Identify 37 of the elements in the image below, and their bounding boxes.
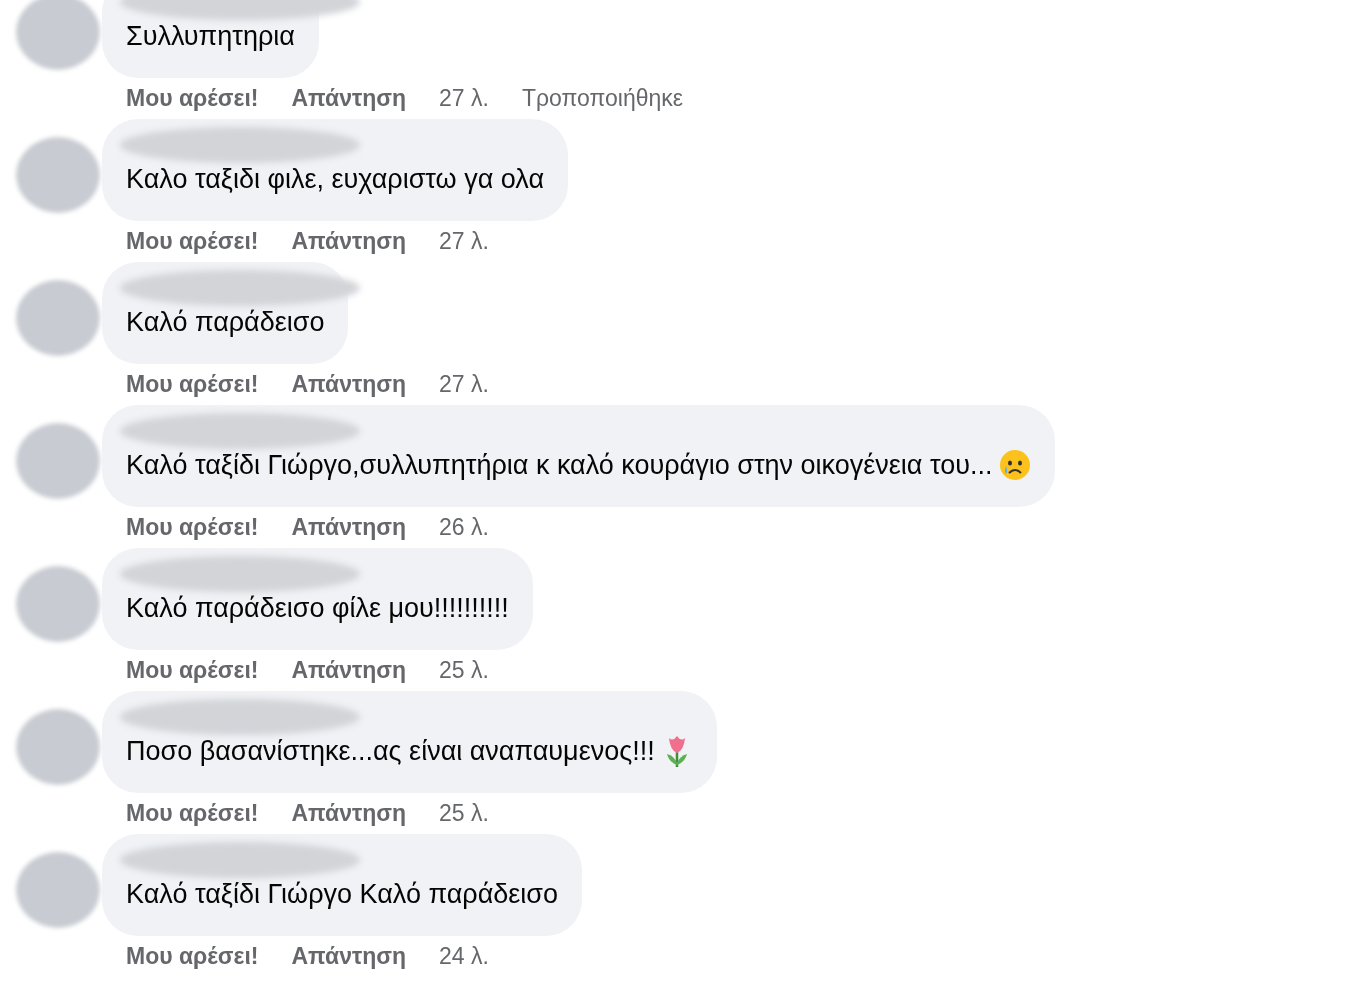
like-link[interactable]: Μου αρέσει! (126, 657, 259, 684)
comment-time[interactable]: 25 λ. (439, 800, 489, 827)
comment-time[interactable]: 27 λ. (439, 371, 489, 398)
like-link[interactable]: Μου αρέσει! (126, 943, 259, 970)
comment-text: Καλό παράδεισο φίλε μου!!!!!!!!!! (126, 592, 509, 625)
comment-text: Καλό ταξίδι Γιώργο,συλλυπητήρια κ καλό κουράγιο στην οικογένεια του... (126, 449, 993, 482)
like-link[interactable]: Μου αρέσει! (126, 800, 259, 827)
comment-time[interactable]: 25 λ. (439, 657, 489, 684)
sad-face-emoji-icon (998, 449, 1031, 481)
avatar-placeholder[interactable] (16, 423, 100, 499)
reply-link[interactable]: Απάντηση (291, 371, 407, 398)
reply-link[interactable]: Απάντηση (291, 85, 407, 112)
avatar-placeholder[interactable] (16, 280, 100, 356)
comment-text: Καλό παράδεισο (126, 306, 325, 339)
comment-time[interactable]: 26 λ. (439, 514, 489, 541)
avatar-placeholder[interactable] (16, 709, 100, 785)
avatar-placeholder[interactable] (16, 566, 100, 642)
like-link[interactable]: Μου αρέσει! (126, 371, 259, 398)
like-link[interactable]: Μου αρέσει! (126, 514, 259, 541)
comment-text: Ποσο βασανίστηκε...ας είναι αναπαυμενος!!! (126, 735, 655, 768)
comment-time[interactable]: 27 λ. (439, 228, 489, 255)
avatar-placeholder[interactable] (16, 137, 100, 213)
like-link[interactable]: Μου αρέσει! (126, 228, 259, 255)
reply-link[interactable]: Απάντηση (291, 800, 407, 827)
reply-link[interactable]: Απάντηση (291, 514, 407, 541)
comment-time[interactable]: 24 λ. (439, 943, 489, 970)
edited-label: Τροποποιήθηκε (521, 85, 684, 112)
avatar-placeholder[interactable] (16, 0, 100, 70)
reply-link[interactable]: Απάντηση (291, 943, 407, 970)
comment-text: Καλο ταξιδι φιλε, ευχαριστω γα ολα (126, 163, 544, 196)
reply-link[interactable]: Απάντηση (291, 228, 407, 255)
comment-time[interactable]: 27 λ. (439, 85, 489, 112)
avatar-placeholder[interactable] (16, 852, 100, 928)
comment-text: Συλλυπητηρια (126, 20, 295, 53)
reply-link[interactable]: Απάντηση (291, 657, 407, 684)
like-link[interactable]: Μου αρέσει! (126, 85, 259, 112)
comment-text: Καλό ταξίδι Γιώργο Καλό παράδεισο (126, 878, 559, 911)
